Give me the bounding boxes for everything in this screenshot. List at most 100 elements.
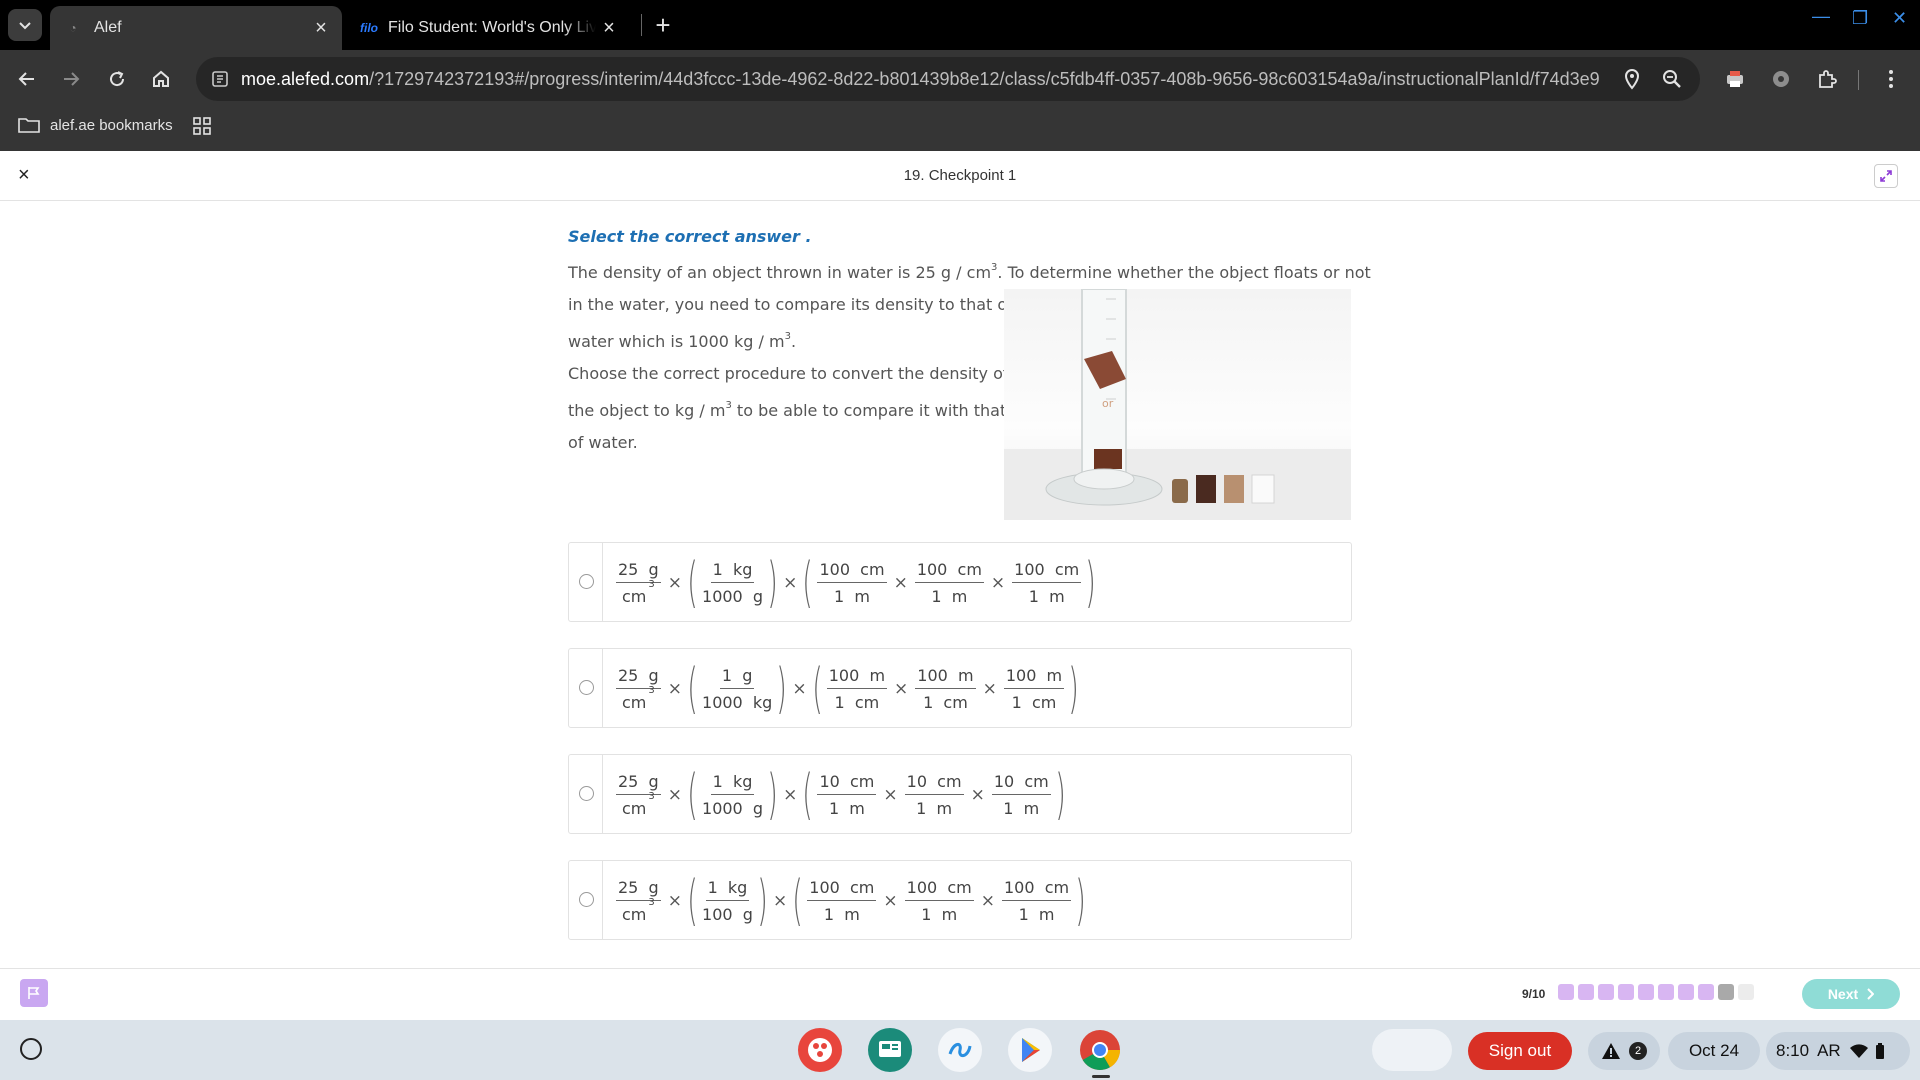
fullscreen-button[interactable] (1874, 164, 1898, 188)
progress-dot[interactable] (1658, 984, 1674, 1000)
apps-grid-icon[interactable] (192, 116, 212, 136)
date-label: Oct 24 (1688, 1041, 1740, 1060)
progress-dot[interactable] (1558, 984, 1574, 1000)
launcher-icon[interactable] (20, 1038, 42, 1060)
back-icon[interactable] (12, 64, 42, 94)
date-tray[interactable]: Oct 24 (1668, 1032, 1760, 1070)
left-paren: ( (687, 869, 698, 932)
left-paren: ( (687, 551, 698, 614)
restore-icon[interactable]: ❐ (1852, 8, 1868, 29)
fraction: 100 cm 1 m (807, 878, 877, 924)
radio-cell[interactable] (569, 755, 603, 833)
close-window-icon[interactable]: ✕ (1892, 8, 1907, 29)
fraction-numerator: 1 kg (705, 878, 750, 901)
times-sign: × (667, 573, 682, 593)
close-tab-icon[interactable]: × (596, 15, 622, 41)
radio-button[interactable] (579, 786, 594, 801)
address-bar[interactable]: moe.alefed.com/?1729742372193#/progress/… (196, 57, 1700, 101)
assistant-app-icon[interactable] (938, 1028, 982, 1072)
holding-space-tray[interactable] (1372, 1029, 1452, 1071)
minimize-icon[interactable]: — (1812, 6, 1830, 27)
answer-option[interactable]: 25 g cm3 ×(1 kg 1000 g) ×(100 cm 1 m × 100 cm 1 … (568, 542, 1352, 622)
fraction-numerator: 100 cm (1012, 560, 1082, 583)
question-line: The density of an object thrown in water… (568, 262, 1371, 282)
extension-printer-icon[interactable] (1720, 64, 1750, 94)
progress-dot[interactable] (1698, 984, 1714, 1000)
progress-dot[interactable] (1598, 984, 1614, 1000)
extensions-puzzle-icon[interactable] (1812, 64, 1842, 94)
extension-icon[interactable] (1766, 64, 1796, 94)
radio-button[interactable] (579, 892, 594, 907)
left-paren: ( (792, 869, 804, 932)
tab-search-button[interactable] (8, 9, 42, 41)
question-line: of water. (568, 433, 638, 452)
reload-icon[interactable] (102, 64, 132, 94)
progress-dot[interactable] (1678, 984, 1694, 1000)
folder-icon (18, 118, 40, 133)
art-app-icon[interactable] (798, 1028, 842, 1072)
sign-out-button[interactable]: Sign out (1468, 1032, 1572, 1070)
answer-option[interactable]: 25 g cm3 ×(1 g 1000 kg) ×(100 m1 cm × 100 m1 c… (568, 648, 1352, 728)
wifi-icon (1849, 1044, 1868, 1058)
left-paren: ( (802, 763, 814, 826)
right-paren: ) (1075, 869, 1086, 932)
tab-strip: ◔ Alef × filo Filo Student: World's Only… (0, 0, 1920, 50)
forward-icon[interactable] (56, 64, 86, 94)
times-sign: × (667, 679, 682, 699)
progress-dot[interactable] (1618, 984, 1634, 1000)
radio-button[interactable] (579, 574, 594, 589)
question-line: water which is 1000 kg / m3. (568, 331, 797, 351)
times-sign: × (772, 891, 788, 911)
answer-option[interactable]: 25 g cm3 ×(1 kg 100 g) ×(100 cm 1 m × 100 cm 1 m… (568, 860, 1352, 940)
progress-dot[interactable] (1578, 984, 1594, 1000)
radio-cell[interactable] (569, 861, 603, 939)
fraction: 10 cm 1 m (904, 772, 964, 818)
radio-cell[interactable] (569, 649, 603, 727)
site-info-icon[interactable] (210, 69, 230, 89)
chrome-icon[interactable] (1078, 1028, 1122, 1072)
progress-dot[interactable] (1718, 984, 1734, 1000)
right-paren: ) (1085, 551, 1097, 614)
page-title: 19. Checkpoint 1 (903, 167, 1017, 184)
expand-icon (1880, 170, 1892, 182)
fraction: 1 g 1000 kg (702, 666, 772, 712)
answer-expression: 25 g cm3 ×(1 kg 1000 g) ×(10 cm 1 m × 10 cm 1 m ×… (613, 763, 1067, 827)
fraction-numerator: 100 cm (807, 878, 877, 901)
fraction-numerator: 100 cm (1001, 878, 1072, 901)
fraction-denominator: 1 m (921, 905, 958, 924)
times-sign: × (970, 785, 985, 805)
question-line: in the water, you need to compare its de… (568, 295, 1013, 314)
fraction: 25 g cm3 (616, 666, 661, 712)
fraction: 100 cm 1 m (1012, 560, 1082, 606)
home-icon[interactable] (146, 64, 176, 94)
progress-dot[interactable] (1638, 984, 1654, 1000)
classroom-app-icon[interactable] (868, 1028, 912, 1072)
notification-tray[interactable]: 2 (1588, 1032, 1660, 1070)
fraction: 100 cm 1 m (914, 560, 984, 606)
more-menu-icon[interactable] (1876, 64, 1906, 94)
answer-option[interactable]: 25 g cm3 ×(1 kg 1000 g) ×(10 cm 1 m × 10 cm 1 m ×… (568, 754, 1352, 834)
status-tray[interactable]: 8:10 AR (1766, 1032, 1910, 1070)
left-paren: ( (687, 657, 698, 720)
flag-button[interactable] (20, 979, 48, 1007)
play-store-icon[interactable] (1008, 1028, 1052, 1072)
radio-cell[interactable] (569, 543, 603, 621)
fraction: 25 g cm3 (616, 560, 661, 606)
new-tab-icon[interactable]: + (648, 10, 678, 40)
location-icon[interactable] (1620, 67, 1644, 91)
url-text[interactable]: moe.alefed.com/?1729742372193#/progress/… (241, 69, 1601, 90)
zoom-icon[interactable] (1660, 67, 1684, 91)
close-tab-icon[interactable]: × (308, 15, 334, 41)
radio-button[interactable] (579, 680, 594, 695)
bookmark-folder-alef[interactable]: alef.ae bookmarks (18, 116, 173, 134)
fraction-numerator: 100 m (915, 666, 976, 689)
tab-alef[interactable]: ◔ Alef × (50, 6, 342, 50)
toolbar-separator (1858, 70, 1859, 90)
fraction-denominator: 1 m (1028, 587, 1065, 606)
progress-dot[interactable] (1738, 984, 1754, 1000)
fraction-denominator: 1 m (931, 587, 968, 606)
fraction-numerator: 10 cm (904, 772, 964, 795)
question-line: Choose the correct procedure to convert … (568, 364, 1009, 383)
next-button[interactable]: Next (1802, 979, 1900, 1009)
tab-filo[interactable]: filo Filo Student: World's Only Live Ins… (350, 6, 630, 50)
